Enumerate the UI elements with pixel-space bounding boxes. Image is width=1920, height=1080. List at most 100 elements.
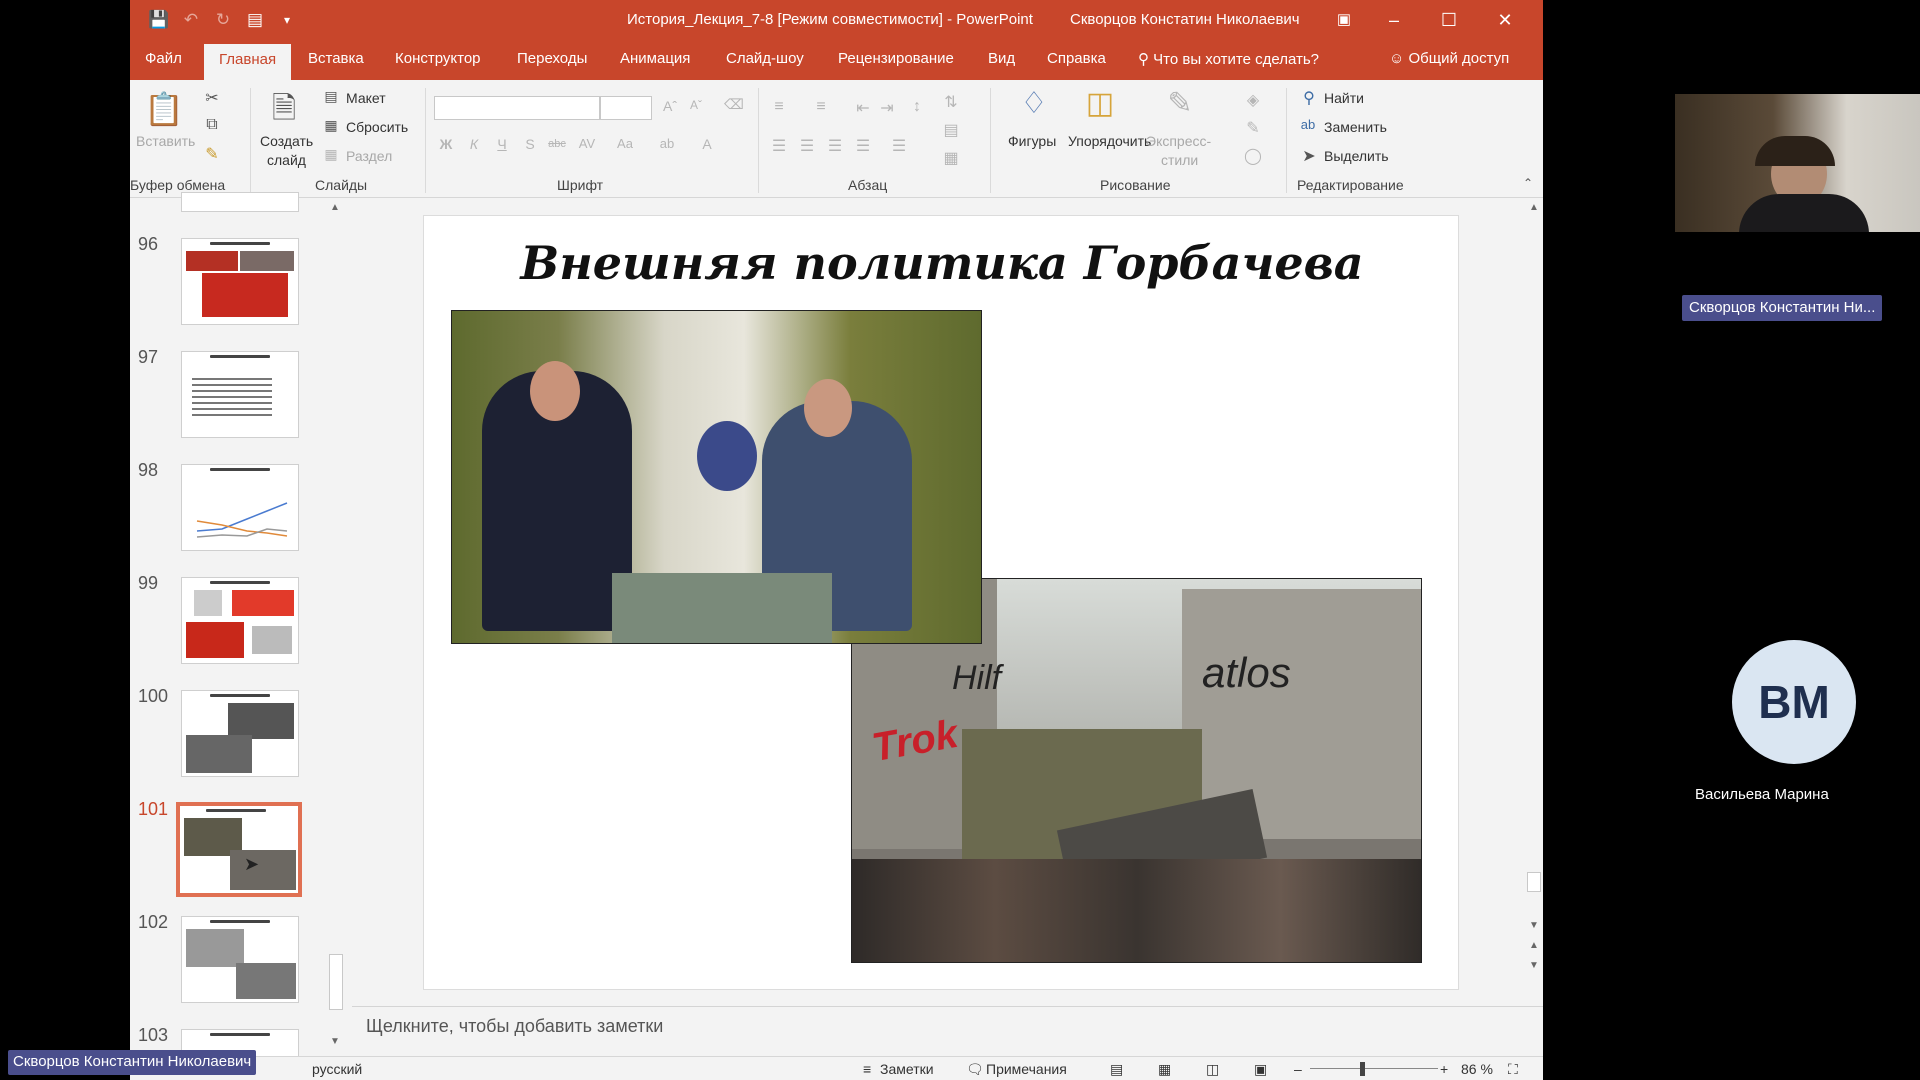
increase-font-icon[interactable]: Aˆ <box>662 98 678 114</box>
paste-label[interactable]: Вставить <box>136 133 195 149</box>
replace-button[interactable]: Заменить <box>1324 119 1387 135</box>
undo-icon[interactable]: ↶ <box>180 9 202 31</box>
tab-transitions[interactable]: Переходы <box>517 50 587 67</box>
tab-file[interactable]: Файл <box>145 50 182 67</box>
decrease-font-icon[interactable]: Aˇ <box>688 98 704 112</box>
collapse-ribbon-icon[interactable]: ⌃ <box>1520 176 1536 190</box>
slide-title[interactable]: Внешняя политика Горбачева <box>424 236 1460 290</box>
slideshow-view-icon[interactable]: ▣ <box>1254 1061 1267 1078</box>
quick-styles-label-1[interactable]: Экспресс- <box>1146 133 1211 149</box>
shape-effects-icon[interactable]: ◯ <box>1244 146 1262 166</box>
arrange-icon[interactable]: ◫ <box>1080 86 1120 121</box>
bullets-icon[interactable]: ≡ <box>770 98 788 116</box>
slide-thumbnail-99[interactable] <box>181 577 299 664</box>
increase-indent-icon[interactable]: ⇥ <box>878 98 896 118</box>
font-name-combo[interactable] <box>434 96 600 120</box>
smartart-icon[interactable]: ▦ <box>942 148 960 168</box>
tab-animations[interactable]: Анимация <box>620 50 690 67</box>
slide-thumbnail-96[interactable] <box>181 238 299 325</box>
underline-icon[interactable]: Ч <box>494 136 510 152</box>
numbering-icon[interactable]: ≡ <box>812 98 830 116</box>
shadow-icon[interactable]: S <box>522 136 538 152</box>
slide-thumbnail-95[interactable] <box>181 192 299 212</box>
scroll-up-icon[interactable]: ▲ <box>1529 202 1539 213</box>
reading-view-icon[interactable]: ◫ <box>1206 1061 1219 1078</box>
zoom-slider[interactable] <box>1310 1068 1438 1069</box>
ribbon-display-options-icon[interactable]: ▣ <box>1316 0 1372 40</box>
scroll-down-icon[interactable]: ▼ <box>1529 920 1539 931</box>
reagan-gorbachev-photo[interactable] <box>451 310 982 644</box>
slide-thumbnail-102[interactable] <box>181 916 299 1003</box>
slide-thumbnail-100[interactable] <box>181 690 299 777</box>
scrollbar-thumb[interactable] <box>1527 872 1541 892</box>
notes-toggle-icon[interactable]: ≡ <box>863 1061 871 1077</box>
participant-avatar[interactable]: ВМ <box>1732 640 1856 764</box>
start-slideshow-icon[interactable]: ▤ <box>244 9 266 31</box>
maximize-button[interactable]: ☐ <box>1421 0 1477 40</box>
align-center-icon[interactable]: ☰ <box>798 136 816 156</box>
align-text-icon[interactable]: ▤ <box>942 120 960 140</box>
redo-icon[interactable]: ↻ <box>212 9 234 31</box>
comments-toggle[interactable]: Примечания <box>986 1061 1067 1077</box>
copy-icon[interactable]: ⧉ <box>202 116 222 134</box>
justify-icon[interactable]: ☰ <box>854 136 872 156</box>
presenter-video[interactable] <box>1675 94 1920 232</box>
shape-fill-icon[interactable]: ◈ <box>1244 90 1262 110</box>
slide-thumbnail-101-selected[interactable]: ➤ <box>176 802 302 897</box>
quick-styles-icon[interactable]: ✎ <box>1160 86 1200 121</box>
align-right-icon[interactable]: ☰ <box>826 136 844 156</box>
text-direction-icon[interactable]: ⇅ <box>942 92 960 112</box>
share-button[interactable]: ☺ Общий доступ <box>1389 50 1509 67</box>
tab-help[interactable]: Справка <box>1047 50 1106 67</box>
zoom-level[interactable]: 86 % <box>1461 1061 1493 1077</box>
line-spacing-icon[interactable]: ↕ <box>908 98 926 116</box>
zoom-slider-thumb[interactable] <box>1360 1062 1365 1076</box>
reset-button[interactable]: Сбросить <box>346 119 408 135</box>
slide-thumbnail-97[interactable] <box>181 351 299 438</box>
section-button[interactable]: Раздел <box>346 148 392 164</box>
align-left-icon[interactable]: ☰ <box>770 136 788 156</box>
shape-outline-icon[interactable]: ✎ <box>1244 118 1262 138</box>
notes-placeholder[interactable]: Щелкните, чтобы добавить заметки <box>366 1016 663 1037</box>
bold-icon[interactable]: Ж <box>438 136 454 152</box>
slide-canvas[interactable]: Внешняя политика Горбачева Trok Hilf atl… <box>423 215 1459 990</box>
decrease-indent-icon[interactable]: ⇤ <box>854 98 872 118</box>
find-button[interactable]: Найти <box>1324 90 1364 106</box>
layout-button[interactable]: Макет <box>346 90 386 106</box>
font-color-icon[interactable]: A <box>698 136 716 152</box>
shapes-button[interactable]: Фигуры <box>1008 133 1056 149</box>
quick-styles-label-2[interactable]: стили <box>1161 152 1198 168</box>
shapes-icon[interactable]: ♢ <box>1014 86 1054 121</box>
zoom-in-icon[interactable]: + <box>1440 1061 1448 1077</box>
select-button[interactable]: Выделить <box>1324 148 1389 164</box>
tab-view[interactable]: Вид <box>988 50 1015 67</box>
language-indicator[interactable]: русский <box>312 1061 362 1077</box>
italic-icon[interactable]: К <box>466 136 482 152</box>
columns-icon[interactable]: ☰ <box>890 136 908 156</box>
cut-icon[interactable]: ✂ <box>202 88 222 108</box>
customize-toolbar-icon[interactable]: ▾ <box>276 9 298 31</box>
strikethrough-icon[interactable]: abc <box>546 138 568 150</box>
tell-me-search[interactable]: ⚲ Что вы хотите сделать? <box>1138 50 1319 68</box>
comments-icon[interactable]: 🗨 <box>966 1061 984 1078</box>
paste-icon[interactable]: 📋 <box>144 90 184 128</box>
previous-slide-icon[interactable]: ▲ <box>1529 940 1539 951</box>
character-spacing-icon[interactable]: AV <box>576 136 598 151</box>
minimize-button[interactable]: – <box>1366 0 1422 40</box>
highlight-icon[interactable]: ab <box>656 136 678 151</box>
thumbnail-scrollbar[interactable]: ▲ ▼ <box>327 198 344 1056</box>
next-slide-icon[interactable]: ▼ <box>1529 960 1539 971</box>
tab-home[interactable]: Главная <box>204 44 292 80</box>
new-slide-icon[interactable]: 🗎 <box>264 86 304 137</box>
notes-toggle[interactable]: Заметки <box>880 1061 934 1077</box>
scroll-down-icon[interactable]: ▼ <box>330 1036 340 1047</box>
tab-review[interactable]: Рецензирование <box>838 50 954 67</box>
font-size-combo[interactable] <box>600 96 652 120</box>
fit-to-window-icon[interactable]: ⛶ <box>1508 1061 1518 1078</box>
tab-insert[interactable]: Вставка <box>308 50 364 67</box>
close-button[interactable]: ✕ <box>1477 0 1533 40</box>
save-icon[interactable]: 💾 <box>148 9 170 31</box>
normal-view-icon[interactable]: ▤ <box>1110 1061 1123 1078</box>
slide-thumbnail-98[interactable] <box>181 464 299 551</box>
tab-design[interactable]: Конструктор <box>395 50 481 67</box>
